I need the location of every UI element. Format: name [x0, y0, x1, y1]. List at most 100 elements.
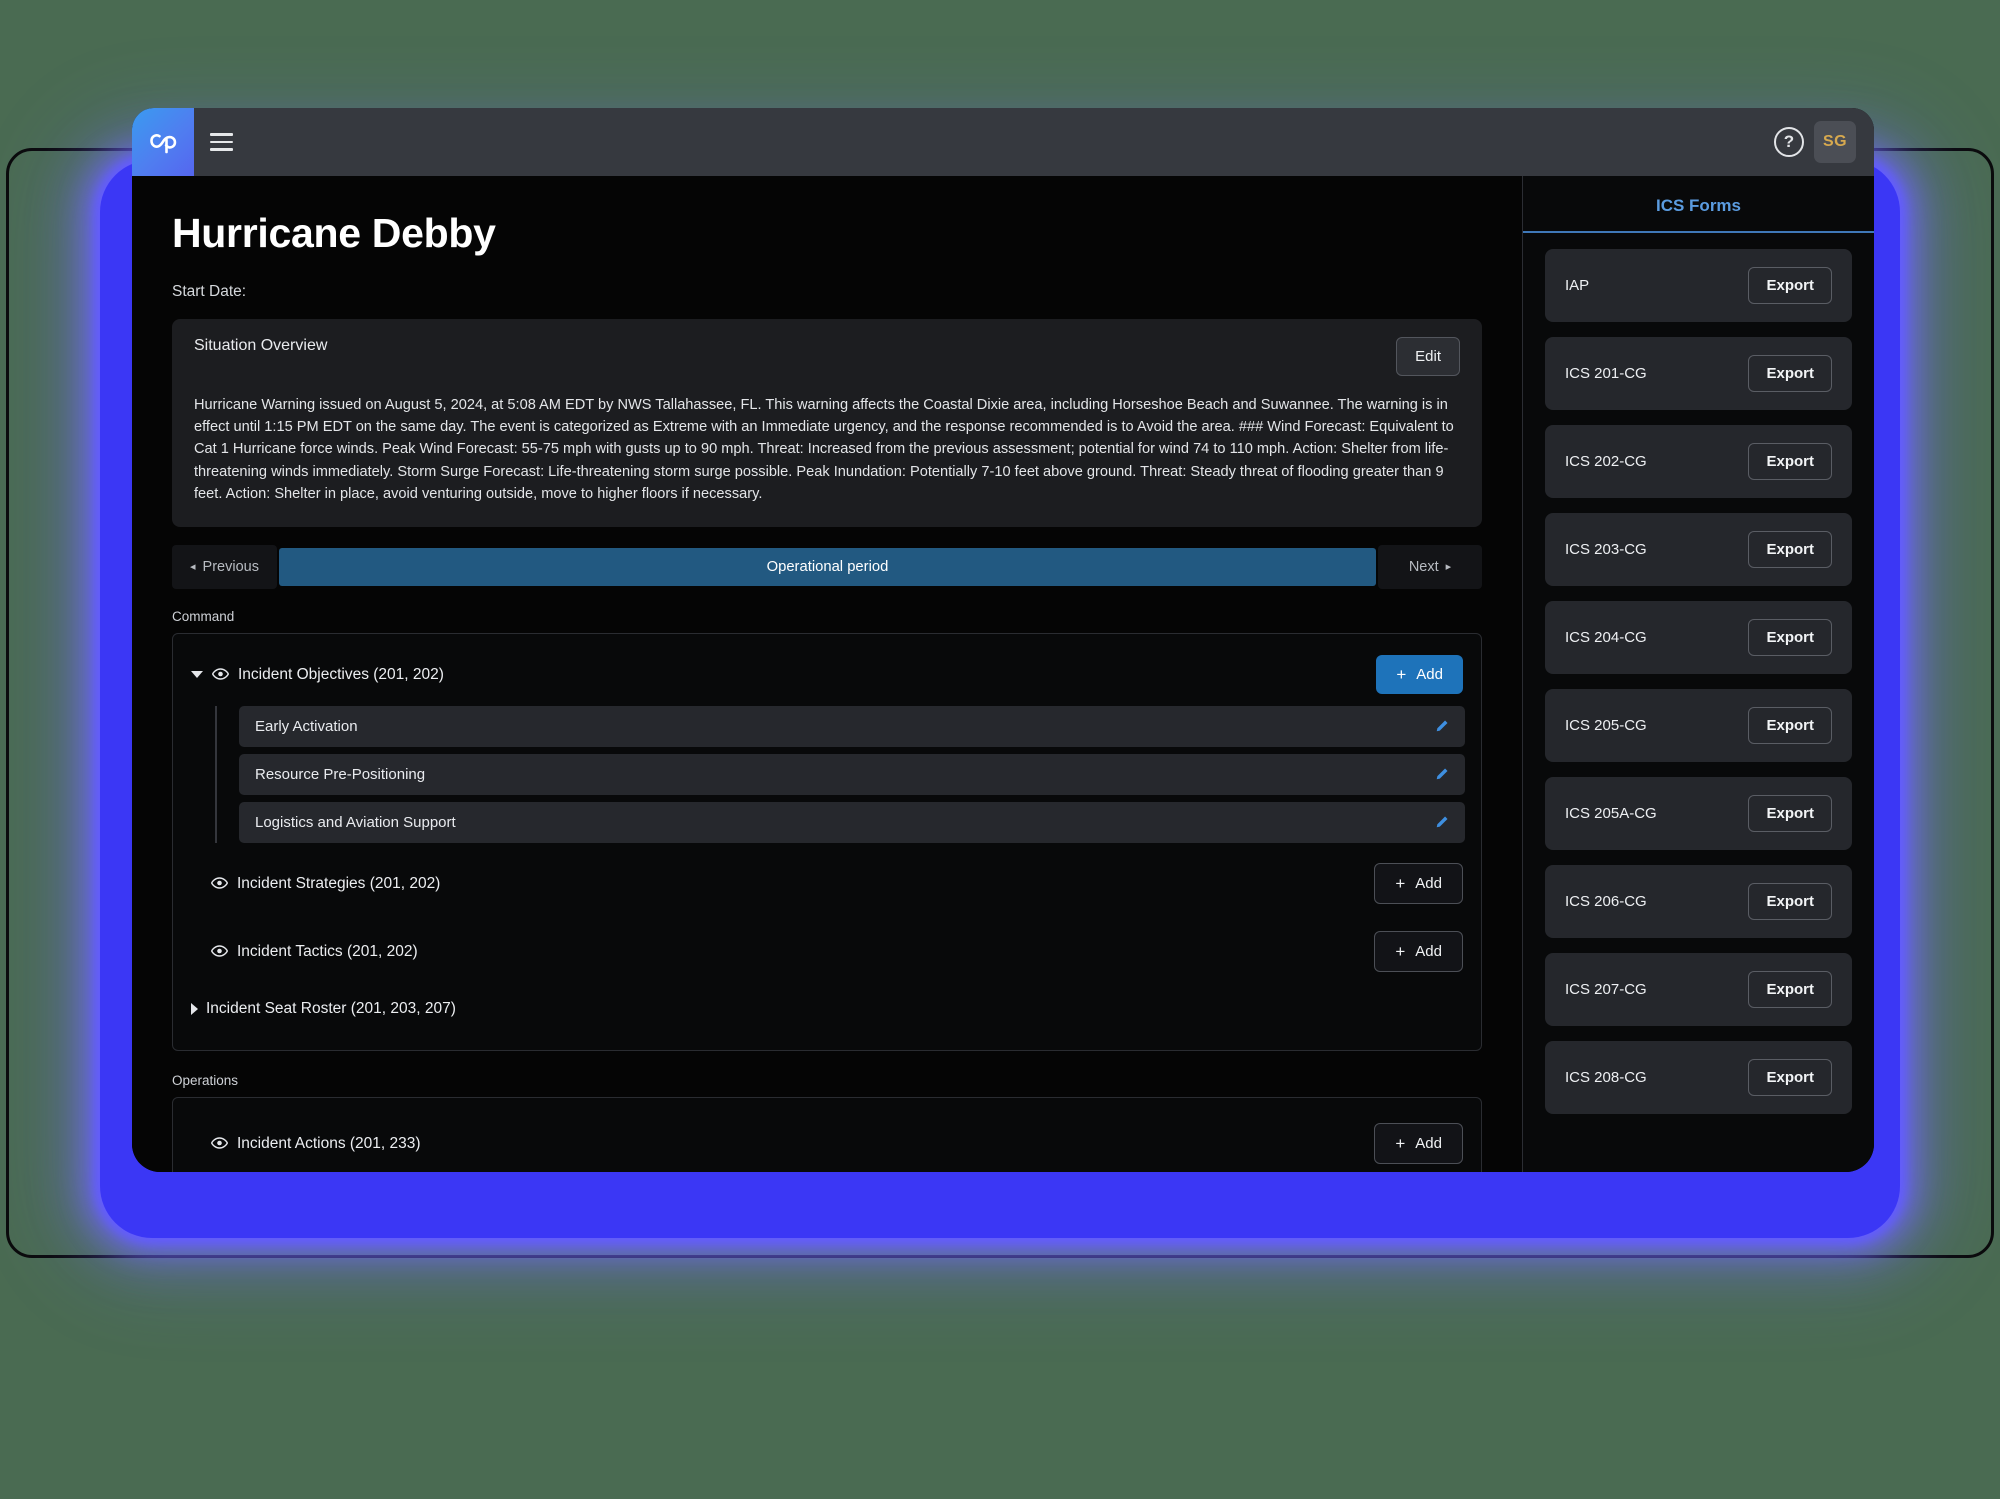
- form-name: ICS 204-CG: [1565, 629, 1647, 646]
- export-button[interactable]: Export: [1748, 531, 1832, 568]
- chevron-left-icon: ◂: [190, 561, 196, 574]
- hamburger-menu-icon[interactable]: [194, 108, 248, 176]
- list-item[interactable]: Early Activation: [239, 705, 1465, 747]
- list-item: IAP Export: [1545, 249, 1852, 322]
- form-name: ICS 205-CG: [1565, 717, 1647, 734]
- incident-actions-row: Incident Actions (201, 233) + Add: [189, 1110, 1465, 1172]
- incident-tactics-label: Incident Tactics (201, 202): [237, 942, 418, 960]
- situation-overview-card: Situation Overview Edit Hurricane Warnin…: [172, 319, 1482, 527]
- export-button[interactable]: Export: [1748, 267, 1832, 304]
- ics-forms-title: ICS Forms: [1523, 176, 1874, 233]
- incident-actions-left: Incident Actions (201, 233): [211, 1135, 421, 1153]
- list-item: ICS 206-CG Export: [1545, 865, 1852, 938]
- add-incident-action-button[interactable]: + Add: [1374, 1123, 1463, 1165]
- previous-period-button[interactable]: ◂ Previous: [172, 544, 277, 589]
- incident-objectives-label: Incident Objectives (201, 202): [238, 665, 444, 683]
- plus-icon: +: [1395, 874, 1406, 894]
- avatar[interactable]: SG: [1814, 121, 1856, 163]
- next-period-button[interactable]: Next ▸: [1378, 544, 1482, 589]
- incident-seat-roster-row[interactable]: Incident Seat Roster (201, 203, 207): [189, 986, 1465, 1032]
- situation-overview-header: Situation Overview Edit: [194, 337, 1460, 376]
- edit-button[interactable]: Edit: [1396, 337, 1460, 376]
- operational-period-bar: ◂ Previous Operational period Next ▸: [172, 544, 1482, 589]
- form-name: IAP: [1565, 277, 1590, 294]
- incident-seat-roster-label: Incident Seat Roster (201, 203, 207): [206, 999, 456, 1017]
- app-window: ? SG Hurricane Debby Start Date: Situati…: [132, 108, 1874, 1172]
- next-period-label: Next: [1408, 558, 1439, 575]
- form-name: ICS 208-CG: [1565, 1069, 1647, 1086]
- plus-icon: +: [1396, 665, 1407, 685]
- situation-overview-title: Situation Overview: [194, 337, 328, 354]
- situation-overview-body: Hurricane Warning issued on August 5, 20…: [194, 397, 1454, 502]
- body-split: Hurricane Debby Start Date: Situation Ov…: [132, 176, 1874, 1172]
- plus-icon: +: [1395, 942, 1406, 962]
- list-item: ICS 203-CG Export: [1545, 513, 1852, 586]
- export-button[interactable]: Export: [1748, 883, 1832, 920]
- chevron-right-icon: ▸: [1445, 561, 1452, 574]
- form-name: ICS 203-CG: [1565, 541, 1647, 558]
- top-bar: ? SG: [132, 108, 1874, 176]
- list-item: ICS 208-CG Export: [1545, 1041, 1852, 1114]
- operations-group-label: Operations: [172, 1072, 239, 1088]
- main-content: Hurricane Debby Start Date: Situation Ov…: [132, 176, 1522, 1172]
- help-circle-icon[interactable]: ?: [1774, 127, 1804, 157]
- form-name: ICS 205A-CG: [1565, 805, 1657, 822]
- eye-icon[interactable]: [211, 877, 228, 890]
- incident-strategies-label: Incident Strategies (201, 202): [237, 874, 441, 892]
- add-incident-objective-button[interactable]: + Add: [1376, 655, 1463, 695]
- add-incident-strategy-button[interactable]: + Add: [1374, 863, 1463, 905]
- list-item: ICS 204-CG Export: [1545, 601, 1852, 674]
- list-item: ICS 205A-CG Export: [1545, 777, 1852, 850]
- edit-pencil-icon[interactable]: [1434, 815, 1449, 830]
- list-item: ICS 202-CG Export: [1545, 425, 1852, 498]
- eye-icon[interactable]: [211, 945, 228, 958]
- objective-label: Logistics and Aviation Support: [255, 813, 456, 831]
- export-button[interactable]: Export: [1748, 619, 1832, 656]
- list-item: ICS 207-CG Export: [1545, 953, 1852, 1026]
- ics-forms-list: IAP Export ICS 201-CG Export ICS 202-CG …: [1523, 233, 1874, 1172]
- incident-tactics-left: Incident Tactics (201, 202): [211, 943, 418, 961]
- page-title: Hurricane Debby: [172, 210, 496, 256]
- export-button[interactable]: Export: [1748, 355, 1832, 392]
- list-item[interactable]: Logistics and Aviation Support: [239, 801, 1465, 843]
- operational-period-current[interactable]: Operational period: [278, 547, 1376, 586]
- operations-panel: Incident Actions (201, 233) + Add: [172, 1096, 1482, 1172]
- eye-icon[interactable]: [212, 668, 229, 681]
- add-label: Add: [1415, 1135, 1442, 1153]
- incident-objectives-left: Incident Objectives (201, 202): [191, 666, 444, 684]
- export-button[interactable]: Export: [1748, 795, 1832, 832]
- incident-tactics-row: Incident Tactics (201, 202) + Add: [189, 918, 1465, 986]
- eye-icon[interactable]: [211, 1137, 228, 1150]
- form-name: ICS 207-CG: [1565, 981, 1647, 998]
- add-label: Add: [1415, 875, 1442, 893]
- add-incident-tactic-button[interactable]: + Add: [1374, 931, 1463, 973]
- chevron-right-icon[interactable]: [191, 1002, 198, 1015]
- export-button[interactable]: Export: [1748, 971, 1832, 1008]
- form-name: ICS 206-CG: [1565, 893, 1647, 910]
- list-item[interactable]: Resource Pre-Positioning: [239, 753, 1465, 795]
- incident-strategies-row: Incident Strategies (201, 202) + Add: [189, 850, 1465, 918]
- form-name: ICS 201-CG: [1565, 365, 1647, 382]
- export-button[interactable]: Export: [1748, 1059, 1832, 1096]
- incident-objectives-header: Incident Objectives (201, 202) + Add: [189, 646, 1465, 704]
- form-name: ICS 202-CG: [1565, 453, 1647, 470]
- list-item: ICS 201-CG Export: [1545, 337, 1852, 410]
- cp-logo-icon[interactable]: [132, 108, 194, 176]
- command-group-label: Command: [172, 608, 235, 624]
- edit-pencil-icon[interactable]: [1434, 719, 1449, 734]
- plus-icon: +: [1395, 1134, 1406, 1154]
- top-bar-actions: ? SG: [1774, 121, 1874, 163]
- export-button[interactable]: Export: [1748, 443, 1832, 480]
- incident-strategies-left: Incident Strategies (201, 202): [211, 875, 440, 893]
- incident-objectives-list: Early Activation Resource Pre-Positionin…: [215, 705, 1465, 843]
- command-panel: Incident Objectives (201, 202) + Add Ear…: [172, 632, 1482, 1051]
- chevron-down-icon[interactable]: [191, 671, 203, 679]
- edit-pencil-icon[interactable]: [1434, 767, 1449, 782]
- previous-period-label: Previous: [202, 558, 259, 575]
- add-label: Add: [1416, 666, 1443, 684]
- start-date-label: Start Date:: [172, 283, 247, 300]
- ics-forms-sidebar: ICS Forms IAP Export ICS 201-CG Export I…: [1522, 176, 1874, 1172]
- incident-actions-label: Incident Actions (201, 233): [237, 1134, 421, 1152]
- export-button[interactable]: Export: [1748, 707, 1832, 744]
- objective-label: Early Activation: [255, 717, 358, 735]
